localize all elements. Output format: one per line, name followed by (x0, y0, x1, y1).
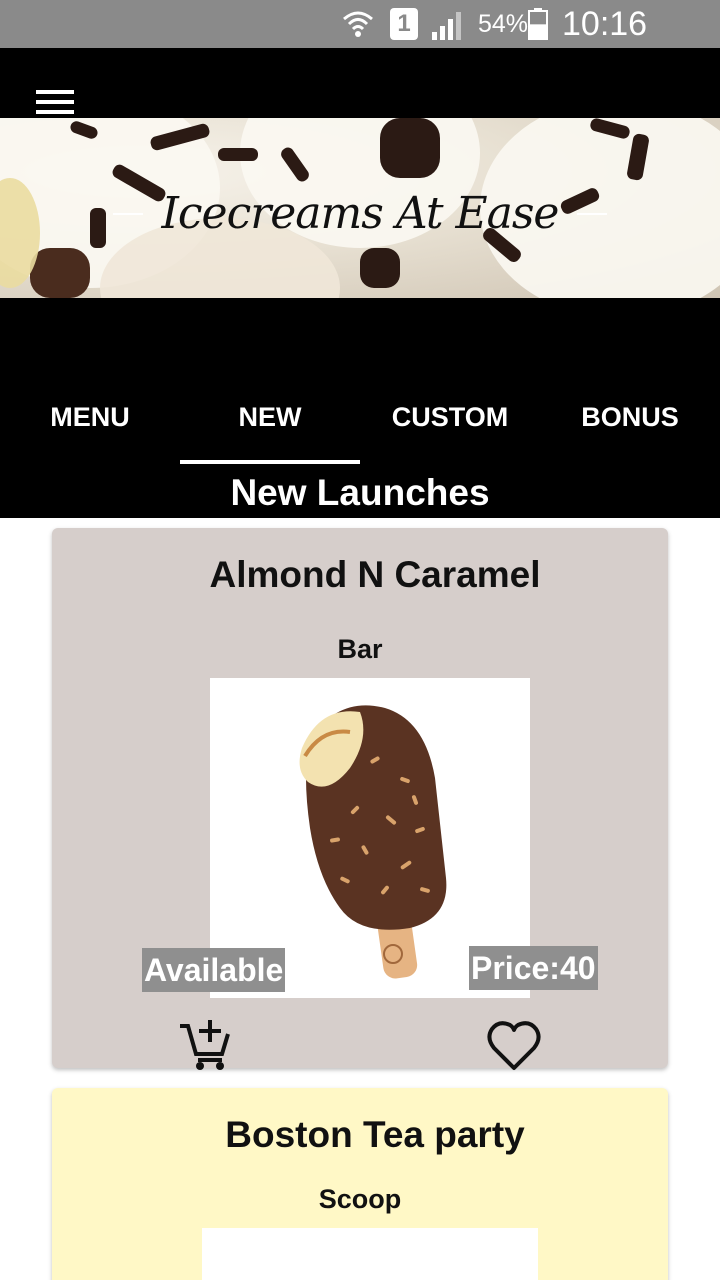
product-name: Boston Tea party (225, 1114, 525, 1155)
add-to-cart-icon[interactable] (176, 1016, 232, 1072)
section-title: New Launches (230, 472, 490, 513)
battery-percentage: 54% (478, 10, 529, 38)
product-type: Scoop (318, 1184, 402, 1214)
tab-custom[interactable]: CUSTOM (360, 370, 540, 464)
battery-icon (528, 8, 548, 40)
hero-banner: Icecreams At Ease (0, 118, 720, 298)
price-badge: Price:40 (469, 946, 598, 990)
product-type: Bar (337, 634, 383, 664)
hamburger-menu-icon[interactable] (36, 88, 76, 118)
signal-strength-icon (432, 12, 461, 40)
tab-bonus[interactable]: BONUS (540, 370, 720, 464)
status-bar: 1 54% 10:16 p.m. (0, 0, 720, 83)
title-dash-right (576, 212, 607, 215)
product-card[interactable]: Almond N Caramel Bar Available Price:40 (52, 528, 668, 1070)
product-image (202, 1228, 538, 1280)
wifi-icon (343, 11, 373, 37)
product-list: Almond N Caramel Bar Available Price:40 … (0, 518, 720, 1280)
favorite-heart-icon[interactable] (486, 1018, 542, 1074)
tab-menu[interactable]: MENU (0, 370, 180, 464)
category-tabs: MENU NEW CUSTOM BONUS (0, 370, 720, 464)
product-name: Almond N Caramel (209, 554, 541, 595)
availability-badge: Available (142, 948, 286, 992)
tab-new[interactable]: NEW (180, 370, 360, 464)
title-dash-left (113, 212, 144, 215)
sim-slot-icon: 1 (390, 8, 418, 40)
app-title: Icecreams At Ease (161, 188, 560, 239)
product-card[interactable]: Boston Tea party Scoop (52, 1088, 668, 1280)
